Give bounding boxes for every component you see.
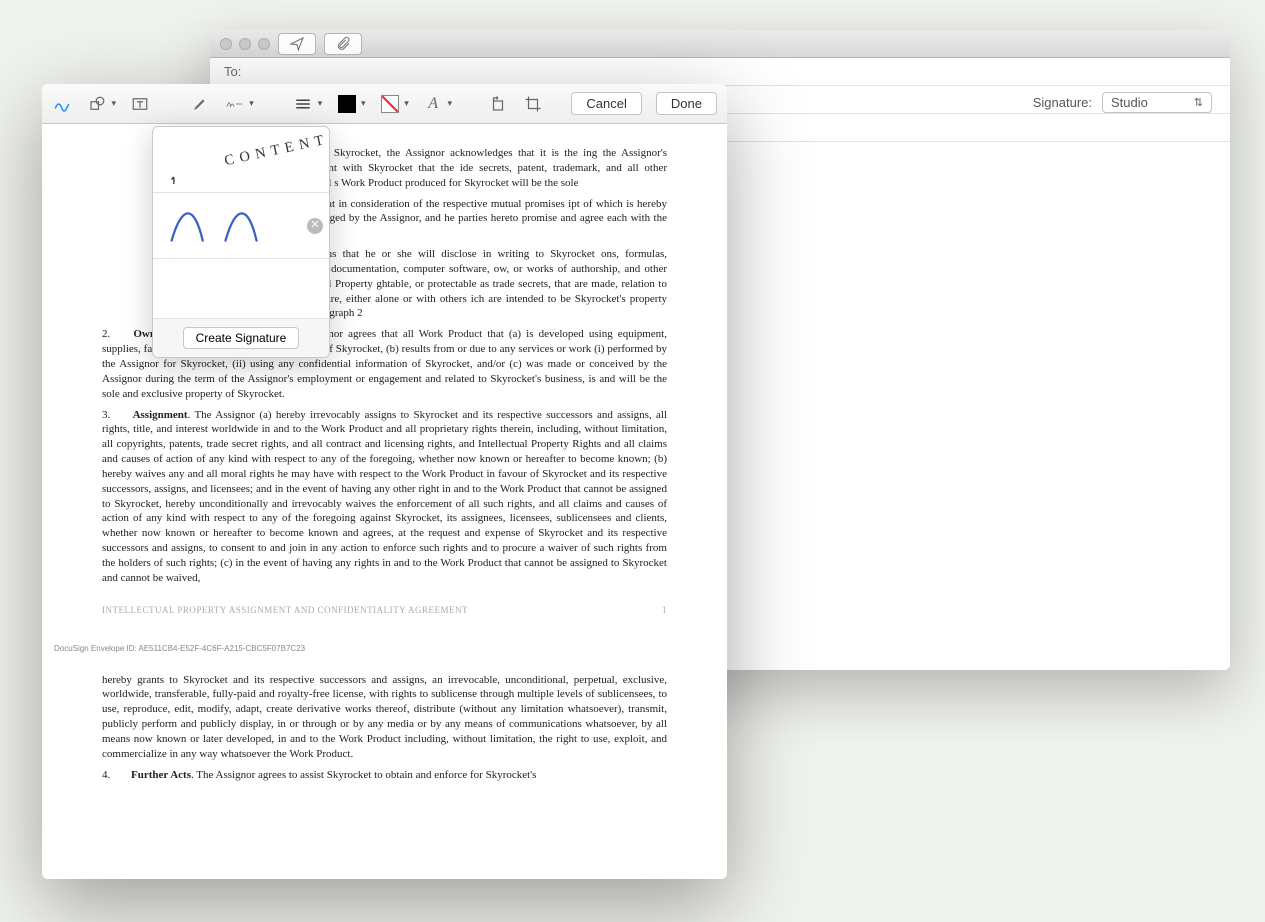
stroke-color-swatch	[338, 95, 356, 113]
fill-color-tool[interactable]	[379, 92, 400, 116]
delete-signature-button[interactable]: ✕	[307, 218, 323, 234]
section-title: Further Acts	[131, 769, 191, 781]
crop-tool[interactable]	[523, 92, 544, 116]
to-field-row[interactable]: To:	[210, 58, 1230, 86]
line-style-chevron-icon[interactable]: ▾	[318, 98, 323, 109]
signature-empty-slot	[153, 259, 329, 319]
markup-window: ▾ ▾ ▾ ▾ ▾ A ▾	[42, 84, 727, 879]
footer-page-number: 1	[662, 604, 667, 616]
signature-create-row: Create Signature	[153, 319, 329, 357]
signature-select[interactable]: Studio ⇅	[1102, 92, 1212, 113]
svg-text:C O N T E N T S: C O N T E N T S	[223, 130, 329, 170]
shapes-tool[interactable]	[87, 92, 108, 116]
section-number: 4.	[102, 769, 110, 781]
send-button[interactable]	[278, 33, 316, 55]
attach-button[interactable]	[324, 33, 362, 55]
to-label: To:	[224, 64, 270, 79]
minimize-window-button[interactable]	[239, 38, 251, 50]
doc-paragraph-text: that in consideration of the respective …	[282, 198, 667, 240]
section-body: . The Assignor (a) hereby irrevocably as…	[102, 409, 667, 584]
docusign-envelope-id: DocuSign Envelope ID: AE511CB4-E52F-4C6F…	[54, 644, 667, 655]
doc-paragraph: ESSES that in consideration of the respe…	[282, 197, 667, 242]
rotate-tool[interactable]	[488, 92, 509, 116]
doc-footer: INTELLECTUAL PROPERTY ASSIGNMENT AND CON…	[102, 604, 667, 616]
shapes-chevron-icon[interactable]: ▾	[111, 98, 116, 109]
section-number: 3.	[102, 409, 110, 421]
signature-glyph-1: C O N T E N T S	[153, 128, 329, 190]
fill-color-chevron-icon[interactable]: ▾	[404, 98, 409, 109]
zoom-window-button[interactable]	[258, 38, 270, 50]
sign-tool[interactable]	[225, 92, 246, 116]
signature-label: Signature:	[1033, 95, 1092, 110]
done-button[interactable]: Done	[656, 92, 717, 115]
doc-section-3: 3. Assignment. The Assignor (a) hereby i…	[102, 408, 667, 586]
highlight-tool[interactable]	[190, 92, 211, 116]
signature-item-2[interactable]: ✕	[153, 193, 329, 259]
close-window-button[interactable]	[220, 38, 232, 50]
line-style-tool[interactable]	[293, 92, 314, 116]
signature-item-1[interactable]: C O N T E N T S	[153, 127, 329, 193]
chevron-updown-icon: ⇅	[1194, 99, 1203, 107]
section-body: . The Assignor agrees to assist Skyrocke…	[191, 769, 536, 781]
section-number: 2.	[102, 328, 110, 340]
signature-glyph-2	[153, 194, 329, 256]
signature-popover: C O N T E N T S ✕ Create Signature	[152, 126, 330, 358]
doc-section-4: 4. Further Acts. The Assignor agrees to …	[102, 768, 667, 783]
doc-paragraph: ployed by Skyrocket, the Assignor acknow…	[282, 146, 667, 191]
text-tool[interactable]	[130, 92, 151, 116]
doc-paragraph: or confirms that he or she will disclose…	[282, 247, 667, 321]
stroke-color-chevron-icon[interactable]: ▾	[361, 98, 366, 109]
cancel-button[interactable]: Cancel	[571, 92, 641, 115]
window-controls	[220, 38, 270, 50]
sketch-tool[interactable]	[52, 92, 73, 116]
document-viewport[interactable]: ployed by Skyrocket, the Assignor acknow…	[42, 124, 727, 879]
markup-toolbar: ▾ ▾ ▾ ▾ ▾ A ▾	[42, 84, 727, 124]
section-title: Assignment	[133, 409, 188, 421]
stroke-color-tool[interactable]	[336, 92, 357, 116]
signature-select-value: Studio	[1111, 95, 1148, 110]
sign-chevron-icon[interactable]: ▾	[249, 98, 254, 109]
text-style-tool[interactable]: A	[423, 92, 444, 116]
doc-paragraph: hereby grants to Skyrocket and its respe…	[102, 673, 667, 762]
signature-selector-row: Signature: Studio ⇅	[1033, 92, 1212, 113]
text-style-chevron-icon[interactable]: ▾	[447, 98, 452, 109]
create-signature-button[interactable]: Create Signature	[183, 327, 300, 349]
mail-titlebar	[210, 30, 1230, 58]
footer-title: INTELLECTUAL PROPERTY ASSIGNMENT AND CON…	[102, 604, 468, 616]
fill-color-swatch	[381, 95, 399, 113]
